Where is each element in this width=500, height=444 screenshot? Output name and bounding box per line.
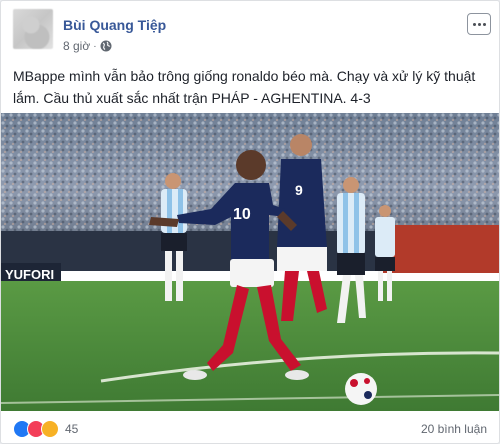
post-card: Bùi Quang Tiệp 8 giờ · MBappe mình vẫn b…: [0, 0, 500, 444]
author-avatar[interactable]: [13, 9, 53, 49]
author-name[interactable]: Bùi Quang Tiệp: [63, 17, 166, 33]
more-dot: [482, 22, 486, 26]
jersey-number-back: 9: [295, 182, 303, 198]
more-options-button[interactable]: [467, 13, 491, 35]
more-dot: [472, 22, 476, 26]
post-meta: 8 giờ ·: [63, 39, 112, 53]
post-footer: 45 20 bình luận: [13, 419, 487, 439]
comment-count-link[interactable]: 20 bình luận: [421, 422, 487, 436]
jersey-number-front: 10: [233, 206, 251, 223]
football: [345, 373, 377, 405]
haha-icon: [41, 420, 59, 438]
football-scene: YUFORI 9 10: [1, 113, 499, 411]
post-text: MBappe mình vẫn bảo trông giống ronaldo …: [13, 68, 476, 106]
more-dot: [477, 22, 481, 26]
reaction-count: 45: [65, 422, 79, 436]
globe-icon[interactable]: [100, 40, 112, 52]
reaction-summary[interactable]: 45: [13, 420, 78, 438]
post-photo[interactable]: YUFORI 9 10: [1, 113, 499, 411]
post-time[interactable]: 8 giờ: [63, 39, 90, 53]
meta-separator: ·: [93, 40, 97, 52]
banner-text: YUFORI: [5, 267, 54, 282]
